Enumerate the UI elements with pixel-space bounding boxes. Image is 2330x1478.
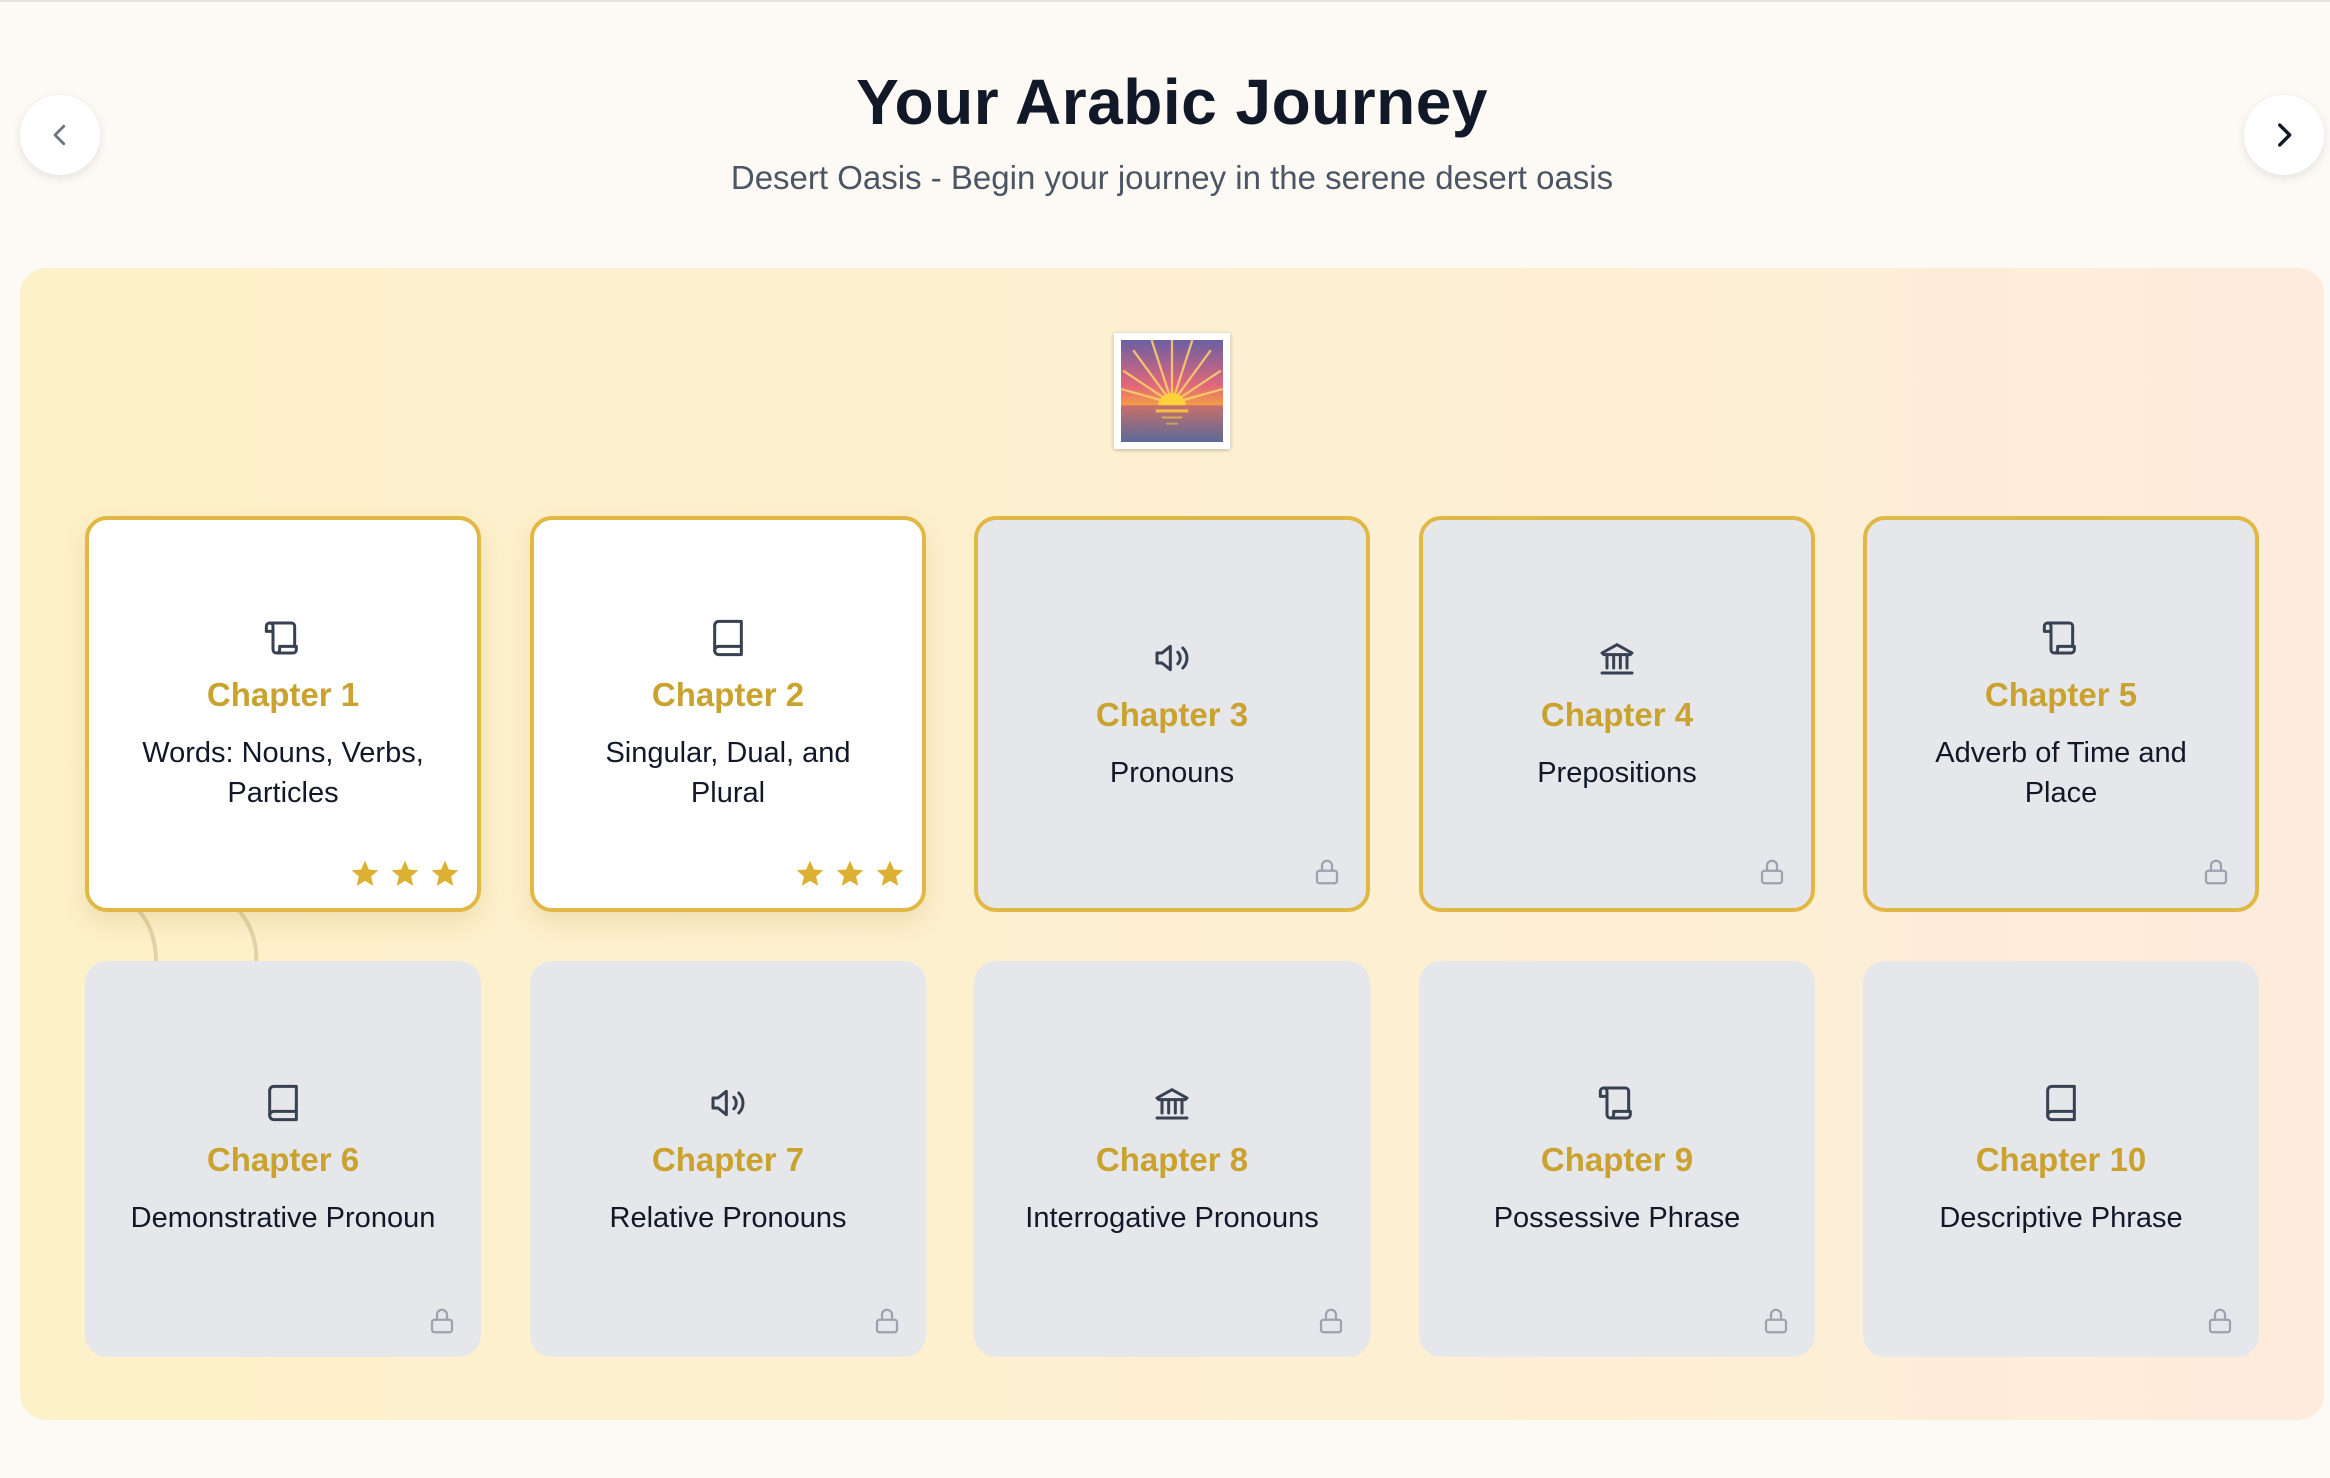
chapter-title: Chapter 6 [206, 1141, 360, 1178]
scroll-icon [264, 621, 298, 655]
chapter-subtitle: Adverb of Time and Place [1935, 737, 2187, 809]
page-subtitle: Desert Oasis - Begin your journey in the… [730, 159, 1614, 196]
chapter-card-2[interactable]: Chapter 2 Singular, Dual, and Plural [530, 516, 926, 912]
lock-icon [1315, 859, 1339, 885]
scroll-icon [1598, 1086, 1632, 1120]
book-icon [713, 619, 743, 657]
chapter-card-6[interactable]: Chapter 6 Demonstrative Pronoun [85, 961, 481, 1357]
chapter-subtitle: Possessive Phrase [1493, 1202, 1741, 1234]
chapter-subtitle: Relative Pronouns [609, 1202, 847, 1234]
chapter-title: Chapter 2 [651, 676, 805, 713]
chapter-subtitle: Descriptive Phrase [1939, 1202, 2183, 1234]
chapter-title: Chapter 7 [651, 1141, 805, 1178]
lock-icon [2208, 1308, 2232, 1334]
landmark-icon [1155, 1088, 1189, 1120]
speaker-icon [1155, 644, 1189, 672]
star-rating [794, 858, 906, 890]
chapter-title: Chapter 1 [206, 676, 360, 713]
chapter-card-4[interactable]: Chapter 4 Prepositions [1419, 516, 1815, 912]
chapter-subtitle: Pronouns [1109, 757, 1235, 789]
lock-icon [430, 1308, 454, 1334]
chapter-title: Chapter 8 [1095, 1141, 1249, 1178]
sunrise-scene-image [1114, 333, 1230, 449]
chapter-title: Chapter 10 [1975, 1141, 2147, 1178]
star-rating [349, 858, 461, 890]
chapter-subtitle: Words: Nouns, Verbs, Particles [142, 737, 424, 809]
chapter-title: Chapter 9 [1540, 1141, 1694, 1178]
chapter-title: Chapter 4 [1540, 696, 1694, 733]
chapter-subtitle: Demonstrative Pronoun [130, 1202, 436, 1234]
lock-icon [1764, 1308, 1788, 1334]
chapter-subtitle: Interrogative Pronouns [1025, 1202, 1319, 1234]
top-divider [0, 0, 2330, 2]
star-icon [431, 860, 459, 886]
chapter-card-3[interactable]: Chapter 3 Pronouns [974, 516, 1370, 912]
book-icon [268, 1084, 298, 1122]
chapter-card-9[interactable]: Chapter 9 Possessive Phrase [1419, 961, 1815, 1357]
chapter-card-8[interactable]: Chapter 8 Interrogative Pronouns [974, 961, 1370, 1357]
chapter-title: Chapter 5 [1984, 676, 2138, 713]
landmark-icon [1600, 643, 1634, 675]
lock-icon [1319, 1308, 1343, 1334]
star-icon [796, 860, 824, 886]
book-icon [2046, 1084, 2076, 1122]
page-title: Your Arabic Journey [856, 66, 1488, 138]
chapter-title: Chapter 3 [1095, 696, 1249, 733]
chapter-subtitle: Singular, Dual, and Plural [605, 737, 851, 809]
star-icon [836, 860, 864, 886]
star-icon [391, 860, 419, 886]
lock-icon [2204, 859, 2228, 885]
chapter-card-7[interactable]: Chapter 7 Relative Pronouns [530, 961, 926, 1357]
chapter-card-10[interactable]: Chapter 10 Descriptive Phrase [1863, 961, 2259, 1357]
chapter-card-1[interactable]: Chapter 1 Words: Nouns, Verbs, Particles [85, 516, 481, 912]
chapter-card-5[interactable]: Chapter 5 Adverb of Time and Place [1863, 516, 2259, 912]
sunrise-icon [1121, 340, 1223, 442]
chapter-subtitle: Prepositions [1537, 757, 1697, 789]
page-header: Your Arabic Journey Desert Oasis - Begin… [0, 60, 2330, 198]
lock-icon [875, 1308, 899, 1334]
star-icon [876, 860, 904, 886]
lock-icon [1760, 859, 1784, 885]
speaker-icon [711, 1089, 745, 1117]
scroll-icon [2042, 621, 2076, 655]
star-icon [351, 860, 379, 886]
